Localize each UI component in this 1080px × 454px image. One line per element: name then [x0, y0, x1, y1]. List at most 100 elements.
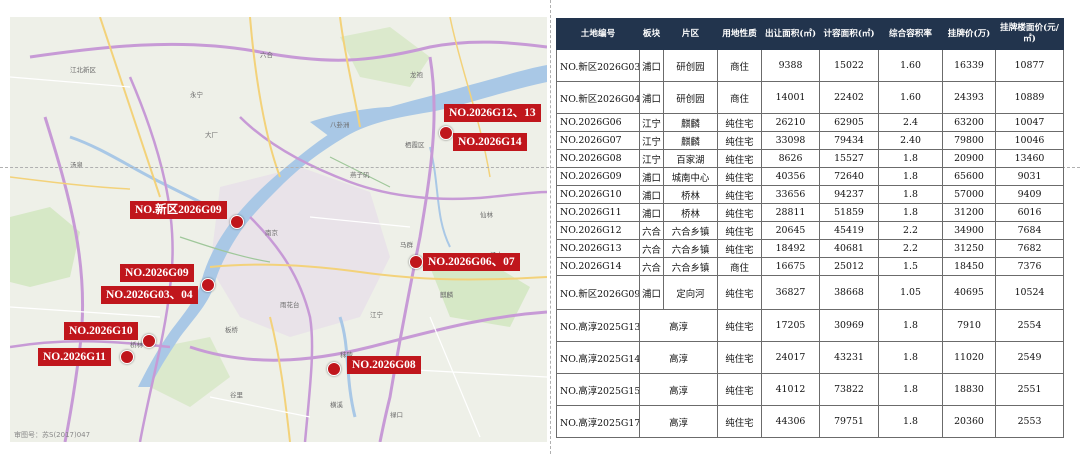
table-row: NO.高淳2025G13 高淳 纯住宅 17205 30969 1.8 7910 2554 [556, 309, 1064, 342]
cell-land-use: 商住 [717, 49, 762, 82]
place-name: 南京 [265, 228, 279, 237]
table-row: NO.新区2026G09 浦口 定向河 纯住宅 36827 38668 1.05 40695 1… [556, 275, 1064, 310]
cell-price: 16339 [942, 49, 996, 82]
cell-land-id: NO.高淳2025G14 [556, 341, 640, 374]
cell-far: 1.8 [878, 203, 943, 222]
cell-block: 浦口 [639, 275, 664, 310]
cell-area: 桥林 [663, 203, 718, 222]
map-pin[interactable] [230, 215, 244, 229]
cell-gfa: 15527 [819, 149, 879, 168]
cell-block: 江宁 [639, 149, 664, 168]
place-name: 禄口 [390, 410, 403, 419]
cell-price: 7910 [942, 309, 996, 342]
cell-floor-price: 9409 [995, 185, 1064, 204]
map-label: NO.2026G12、13 [444, 104, 541, 122]
cell-price: 31250 [942, 239, 996, 258]
cell-floor-price: 7682 [995, 239, 1064, 258]
place-name: 麒麟 [440, 290, 454, 299]
cell-land-use: 纯住宅 [717, 221, 762, 240]
map-pin[interactable] [120, 350, 134, 364]
cell-area: 六合乡镇 [663, 239, 718, 258]
cell-land-use: 纯住宅 [717, 373, 762, 406]
location-map[interactable]: 江北新区 南京 栖霞区 仙林 麒麟 秣陵 六合 大厂 浦口 雨花台 江宁 板桥 … [10, 17, 547, 442]
table-header-row: 土地编号 板块 片区 用地性质 出让面积(㎡) 计容面积(㎡) 综合容积率 挂牌… [556, 18, 1064, 50]
map-pin[interactable] [327, 362, 341, 376]
cell-block: 六合 [639, 221, 664, 240]
cell-gfa: 22402 [819, 81, 879, 114]
cell-site-area: 24017 [761, 341, 820, 374]
cell-area: 六合乡镇 [663, 221, 718, 240]
cell-floor-price: 10524 [995, 275, 1064, 310]
table-row: NO.2026G13 六合 六合乡镇 纯住宅 18492 40681 2.2 31250 768… [556, 239, 1064, 258]
cell-far: 1.8 [878, 309, 943, 342]
place-name: 燕子矶 [350, 170, 370, 179]
land-table-container: 土地编号 板块 片区 用地性质 出让面积(㎡) 计容面积(㎡) 综合容积率 挂牌… [556, 18, 1064, 443]
cell-land-id: NO.新区2026G03 [556, 49, 640, 82]
col-header-site-area: 出让面积(㎡) [761, 18, 820, 50]
map-pin[interactable] [439, 126, 453, 140]
vertical-divider [550, 0, 551, 454]
cell-block: 六合 [639, 257, 664, 276]
cell-land-use: 纯住宅 [717, 185, 762, 204]
cell-price: 18450 [942, 257, 996, 276]
cell-land-id: NO.新区2026G09 [556, 275, 640, 310]
cell-price: 31200 [942, 203, 996, 222]
map-label: NO.2026G03、04 [101, 286, 198, 304]
place-name: 谷里 [230, 390, 244, 399]
cell-gfa: 40681 [819, 239, 879, 258]
table-row: NO.2026G09 浦口 城南中心 纯住宅 40356 72640 1.8 65600 903… [556, 167, 1064, 186]
map-pin[interactable] [142, 334, 156, 348]
cell-site-area: 26210 [761, 113, 820, 132]
cell-price: 11020 [942, 341, 996, 374]
cell-price: 63200 [942, 113, 996, 132]
place-name: 龙袍 [410, 70, 424, 79]
cell-floor-price: 6016 [995, 203, 1064, 222]
cell-floor-price: 7684 [995, 221, 1064, 240]
place-name: 仙林 [480, 210, 494, 219]
map-label: NO.2026G14 [453, 133, 527, 151]
cell-floor-price: 9031 [995, 167, 1064, 186]
cell-area: 麒麟 [663, 113, 718, 132]
col-header-land-use: 用地性质 [717, 18, 762, 50]
cell-site-area: 16675 [761, 257, 820, 276]
place-name: 江北新区 [70, 65, 97, 74]
cell-area: 高淳 [639, 405, 718, 438]
col-header-price: 挂牌价(万) [942, 18, 996, 50]
cell-far: 1.8 [878, 185, 943, 204]
cell-gfa: 25012 [819, 257, 879, 276]
cell-land-id: NO.2026G12 [556, 221, 640, 240]
cell-price: 20900 [942, 149, 996, 168]
cell-land-use: 纯住宅 [717, 149, 762, 168]
map-label: NO.2026G10 [64, 322, 138, 340]
cell-site-area: 33098 [761, 131, 820, 150]
cell-site-area: 18492 [761, 239, 820, 258]
cell-block: 江宁 [639, 131, 664, 150]
cell-price: 24393 [942, 81, 996, 114]
map-pin[interactable] [201, 278, 215, 292]
table-row: NO.高淳2025G14 高淳 纯住宅 24017 43231 1.8 11020 2549 [556, 341, 1064, 374]
cell-land-use: 纯住宅 [717, 275, 762, 310]
map-basemap: 江北新区 南京 栖霞区 仙林 麒麟 秣陵 六合 大厂 浦口 雨花台 江宁 板桥 … [10, 17, 547, 442]
cell-land-id: NO.2026G07 [556, 131, 640, 150]
cell-land-use: 纯住宅 [717, 167, 762, 186]
cell-gfa: 62905 [819, 113, 879, 132]
cell-block: 江宁 [639, 113, 664, 132]
place-name: 大厂 [205, 130, 219, 139]
table-row: NO.高淳2025G15 高淳 纯住宅 41012 73822 1.8 18830 2551 [556, 373, 1064, 406]
cell-land-id: NO.2026G08 [556, 149, 640, 168]
table-row: NO.2026G06 江宁 麒麟 纯住宅 26210 62905 2.4 63200 10047 [556, 113, 1064, 132]
cell-far: 2.40 [878, 131, 943, 150]
cell-land-id: NO.2026G14 [556, 257, 640, 276]
place-name: 雨花台 [280, 300, 300, 309]
cell-gfa: 79434 [819, 131, 879, 150]
map-label: NO.2026G06、07 [423, 253, 520, 271]
cell-price: 79800 [942, 131, 996, 150]
cell-floor-price: 2549 [995, 341, 1064, 374]
place-name: 马群 [400, 240, 414, 249]
cell-land-use: 纯住宅 [717, 203, 762, 222]
cell-floor-price: 13460 [995, 149, 1064, 168]
cell-site-area: 33656 [761, 185, 820, 204]
map-pin[interactable] [409, 255, 423, 269]
cell-gfa: 30969 [819, 309, 879, 342]
cell-area: 城南中心 [663, 167, 718, 186]
